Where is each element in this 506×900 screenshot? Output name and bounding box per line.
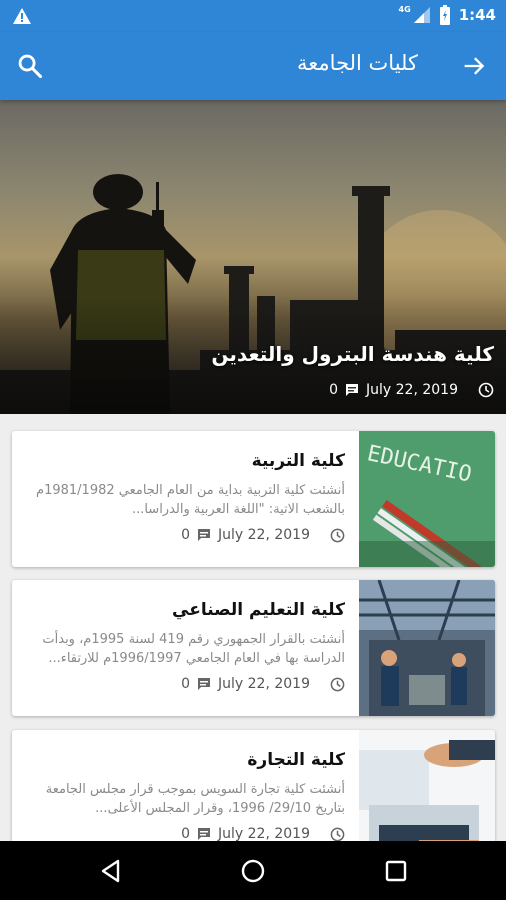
home-circle-icon[interactable] (240, 858, 266, 884)
comment-count: 0 (329, 382, 339, 398)
article-date: July 22, 2019 (218, 826, 310, 842)
featured-meta: 0 July 22, 2019 (329, 382, 494, 398)
system-nav-bar (0, 841, 506, 900)
page-title: كليات الجامعة (297, 51, 418, 75)
featured-title[interactable]: كلية هندسة البترول والتعدين (211, 342, 494, 366)
search-icon[interactable] (16, 52, 44, 80)
network-label: 4G (398, 4, 411, 14)
battery-icon (439, 5, 450, 25)
education-chalkboard-image: EDUCATIO (359, 431, 495, 567)
article-meta: 0 July 22, 2019 (181, 527, 345, 543)
clock-icon (330, 677, 345, 691)
clock-icon (478, 382, 494, 398)
warning-icon (13, 8, 31, 24)
clock: 1:44 (458, 6, 496, 24)
arrow-right-icon[interactable] (460, 52, 488, 80)
factory-workers-image (359, 580, 495, 716)
comment-count: 0 (181, 527, 191, 543)
recents-square-icon[interactable] (383, 858, 409, 884)
status-bar: 4G 1:44 (0, 0, 506, 32)
article-card[interactable]: EDUCATIO كلية التربية أنشئت كلية التربية… (12, 431, 495, 567)
article-title[interactable]: كلية التعليم الصناعي (172, 600, 345, 620)
clock-icon (330, 528, 345, 542)
article-title[interactable]: كلية التجارة (247, 750, 345, 770)
comment-count: 0 (181, 676, 191, 692)
clock-icon (330, 827, 345, 841)
article-meta: 0 July 22, 2019 (181, 826, 345, 842)
app-bar: كليات الجامعة (0, 32, 506, 100)
signal-icon (413, 7, 430, 23)
article-meta: 0 July 22, 2019 (181, 676, 345, 692)
comment-count: 0 (181, 826, 191, 842)
comment-icon (198, 678, 211, 690)
featured-article[interactable]: كلية هندسة البترول والتعدين 0 July 22, 2… (0, 100, 506, 414)
article-card[interactable]: كلية التعليم الصناعي أنشئت بالقرار الجمه… (12, 580, 495, 716)
comment-icon (198, 828, 211, 840)
comment-icon (346, 384, 359, 396)
article-date: July 22, 2019 (218, 676, 310, 692)
featured-date: July 22, 2019 (366, 382, 458, 398)
article-date: July 22, 2019 (218, 527, 310, 543)
article-title[interactable]: كلية التربية (252, 451, 345, 471)
back-triangle-icon[interactable] (98, 858, 124, 884)
comment-icon (198, 529, 211, 541)
